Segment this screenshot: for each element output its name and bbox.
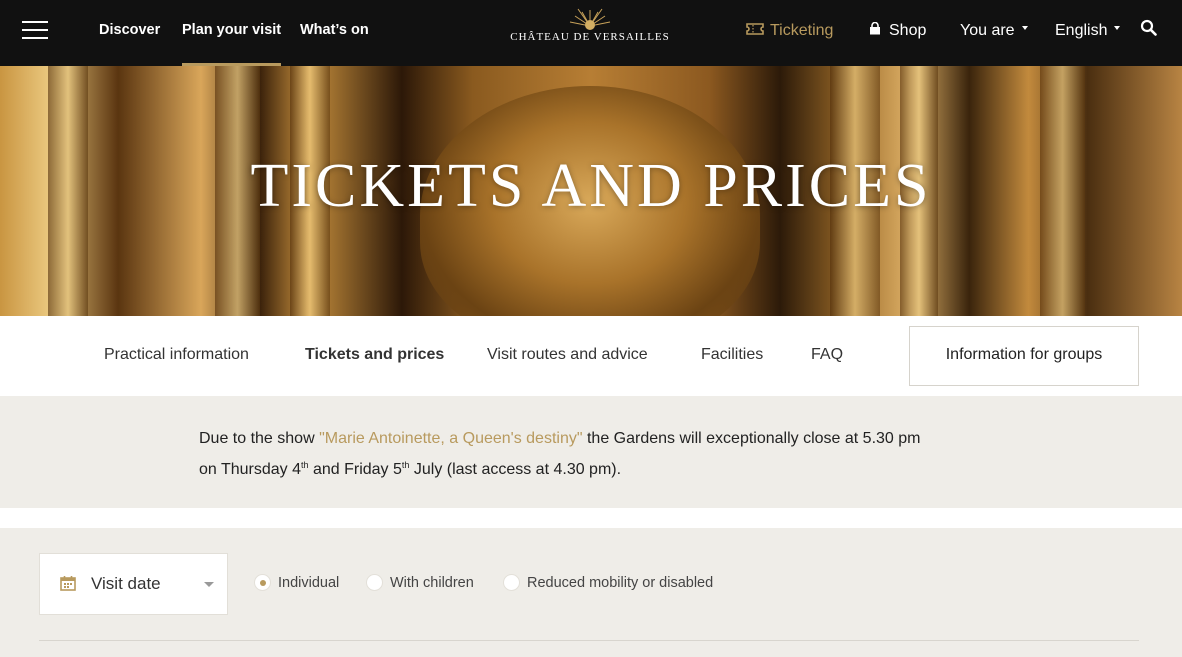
subnav-practical-information[interactable]: Practical information [104,316,249,396]
shop-label: Shop [889,22,927,39]
hamburger-menu-icon[interactable] [22,21,48,41]
chevron-down-icon [204,582,214,587]
chevron-down-icon [1114,25,1121,30]
hero-banner: TICKETS AND PRICES [0,66,1182,316]
you-are-label: You are [960,22,1015,39]
visit-date-picker[interactable]: Visit date [39,553,228,615]
radio-label: Individual [278,575,340,591]
sun-emblem-icon [569,8,611,30]
you-are-dropdown[interactable]: You are [960,0,1028,62]
subnav-facilities[interactable]: Facilities [701,316,763,396]
nav-whats-on[interactable]: What’s on [300,0,369,66]
subnav-tickets-and-prices[interactable]: Tickets and prices [305,316,444,396]
notice-prefix: Due to the show [199,430,320,447]
page-title: TICKETS AND PRICES [250,152,932,220]
chevron-down-icon [1021,25,1028,30]
visit-date-placeholder: Visit date [91,574,161,593]
ticket-icon [746,22,764,35]
search-button[interactable] [1140,0,1157,62]
language-dropdown[interactable]: English [1055,0,1121,62]
ordinal-suffix: th [301,460,309,470]
notice-date-2: and Friday 5 [308,461,402,478]
section-subnav: Practical information Tickets and prices… [0,316,1182,396]
radio-label: With children [390,575,474,591]
shopping-bag-icon [870,22,880,35]
chateau-de-versailles-logo[interactable]: CHÂTEAU DE VERSAILLES [510,8,670,56]
ticketing-label: Ticketing [770,22,834,39]
radio-label: Reduced mobility or disabled [527,575,714,591]
notice-date-1: on Thursday 4 [199,461,301,478]
show-link[interactable]: "Marie Antoinette, a Queen's destiny" [319,430,582,447]
notice-mid: the Gardens will exceptionally close at … [582,430,921,447]
information-for-groups-button[interactable]: Information for groups [909,326,1139,386]
subnav-faq[interactable]: FAQ [811,316,843,396]
subnav-visit-routes[interactable]: Visit routes and advice [487,316,648,396]
closure-notice: Due to the show "Marie Antoinette, a Que… [0,396,1182,508]
logo-text: CHÂTEAU DE VERSAILLES [510,31,670,43]
nav-plan-your-visit[interactable]: Plan your visit [182,0,282,66]
search-icon [1140,20,1157,37]
radio-circle[interactable] [366,574,383,591]
nav-discover[interactable]: Discover [99,0,160,66]
booking-form: Visit date Individual With children Redu… [0,528,1182,657]
ticketing-link[interactable]: Ticketing [746,0,833,62]
notice-text: Due to the show "Marie Antoinette, a Que… [199,426,999,483]
top-navigation-bar: Discover Plan your visit What’s on CHÂTE… [0,0,1182,66]
shop-link[interactable]: Shop [869,0,926,62]
radio-circle[interactable] [503,574,520,591]
calendar-icon [60,576,76,591]
notice-last-access: July (last access at 4.30 pm). [409,461,622,478]
radio-circle-selected[interactable] [254,574,271,591]
language-label: English [1055,22,1108,39]
divider [39,640,1139,641]
